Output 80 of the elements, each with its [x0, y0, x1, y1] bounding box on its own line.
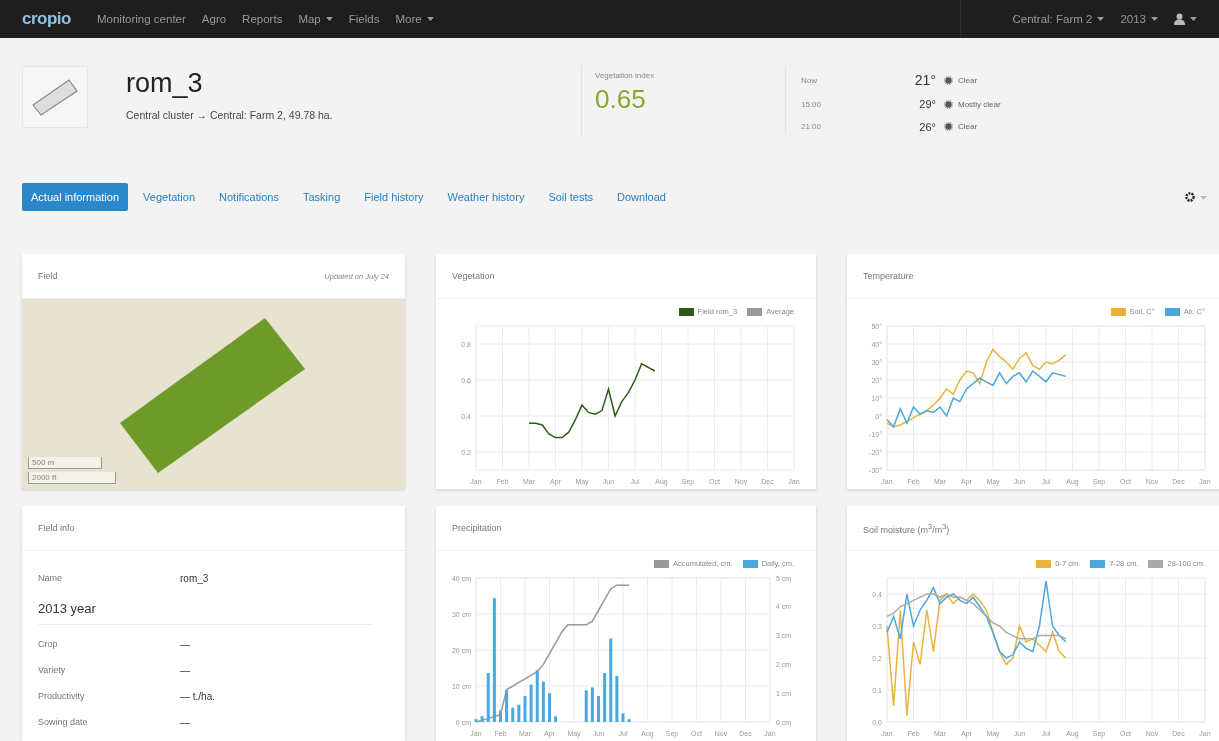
card-title: Soil moisture (m$^{3}$/m$^{3}$): [863, 521, 950, 535]
nav-link[interactable]: Fields: [348, 13, 380, 25]
forecast-condition: Clear: [958, 75, 979, 85]
field-value: — t./ha.: [180, 690, 215, 702]
field-label: Sowing date: [38, 717, 89, 727]
nav-link[interactable]: Monitoring center: [96, 13, 186, 25]
card-title: Precipitation: [452, 523, 502, 533]
precipitation-bar: [615, 675, 619, 722]
user-menu[interactable]: [1174, 13, 1197, 25]
nav-link[interactable]: Central: Farm 2: [1012, 13, 1105, 25]
precipitation-bar: [535, 670, 539, 722]
field-value: rom_3: [180, 572, 209, 584]
caret-icon: [1190, 17, 1197, 21]
field-value: —: [180, 716, 190, 728]
tab[interactable]: Actual information: [22, 183, 129, 211]
vegetation-index-label: Vegetation index: [595, 71, 656, 80]
card-title: Field info: [38, 523, 75, 533]
forecast-temperature: 21°: [913, 72, 936, 89]
forecast-condition: Mostly clear: [958, 100, 1001, 109]
nav-link[interactable]: 2013: [1120, 13, 1158, 25]
sun-icon: [944, 122, 953, 132]
sun-icon: [944, 75, 953, 85]
forecast-time: 21:00: [801, 122, 823, 132]
precipitation-bar: [603, 673, 607, 722]
precipitation-bar: [541, 681, 545, 722]
card-title: Vegetation: [452, 271, 495, 281]
scale-bar: 500 m: [28, 457, 102, 469]
sun-icon: [944, 100, 953, 109]
nav-link[interactable]: Map: [298, 13, 333, 25]
nav-link[interactable]: More: [395, 13, 434, 25]
field-label: Crop: [38, 639, 59, 649]
forecast-time: Now: [801, 75, 818, 85]
tab[interactable]: Tasking: [293, 183, 350, 211]
caret-icon: [1200, 195, 1207, 200]
precipitation-bar: [499, 710, 502, 722]
field-value: —: [180, 638, 190, 650]
field-title: rom_3: [126, 68, 204, 99]
tab[interactable]: Field history: [355, 183, 433, 211]
precipitation-bar: [505, 690, 509, 722]
field-label: Variety: [38, 665, 67, 675]
tab[interactable]: Weather history: [438, 183, 534, 211]
precipitation-bar: [474, 719, 478, 722]
tab[interactable]: Soil tests: [539, 183, 603, 211]
precipitation-bar: [590, 687, 594, 722]
map-view[interactable]: 500 m 2000 ft: [22, 299, 405, 489]
tab[interactable]: Vegetation: [134, 183, 205, 211]
precipitation-bar: [584, 690, 588, 722]
nav-link[interactable]: Agro: [201, 13, 227, 25]
forecast-condition: Clear: [958, 122, 979, 132]
field-polygon[interactable]: [120, 318, 305, 473]
forecast-time: 15:00: [801, 100, 823, 109]
field-value: —: [180, 664, 190, 676]
forecast-temperature: 29°: [918, 98, 936, 111]
section-heading: 2013 year: [38, 591, 373, 625]
precipitation-bar: [523, 696, 527, 722]
field-location: Central cluster → Central: Farm 2, 49.78 ha.: [126, 109, 334, 121]
user-icon: [1174, 13, 1185, 25]
scale-bar: 2000 ft: [28, 472, 116, 484]
precipitation-bar: [480, 716, 484, 722]
card-title: Field: [38, 271, 58, 281]
precipitation-bar: [621, 713, 625, 722]
precipitation-bar: [627, 719, 631, 722]
field-shape-icon: [31, 78, 79, 116]
precipitation-bar: [597, 696, 600, 722]
settings-icon: [1185, 192, 1195, 202]
card-title: Temperature: [863, 271, 914, 281]
field-label: Name: [38, 573, 63, 583]
vegetation-index-value: 0.65: [595, 84, 647, 115]
tab[interactable]: Notifications: [210, 183, 288, 211]
nav-link[interactable]: Reports: [242, 13, 283, 25]
precipitation-bar: [548, 693, 551, 722]
precipitation-bar: [517, 704, 521, 722]
precipitation-bar: [554, 716, 558, 722]
tab[interactable]: Download: [608, 183, 675, 211]
forecast-temperature: 26°: [918, 120, 936, 133]
precipitation-bar: [486, 673, 490, 722]
precipitation-bar: [529, 684, 533, 722]
logo[interactable]: cropio: [22, 9, 71, 29]
field-label: Productivity: [38, 691, 86, 701]
precipitation-bar: [511, 707, 515, 722]
